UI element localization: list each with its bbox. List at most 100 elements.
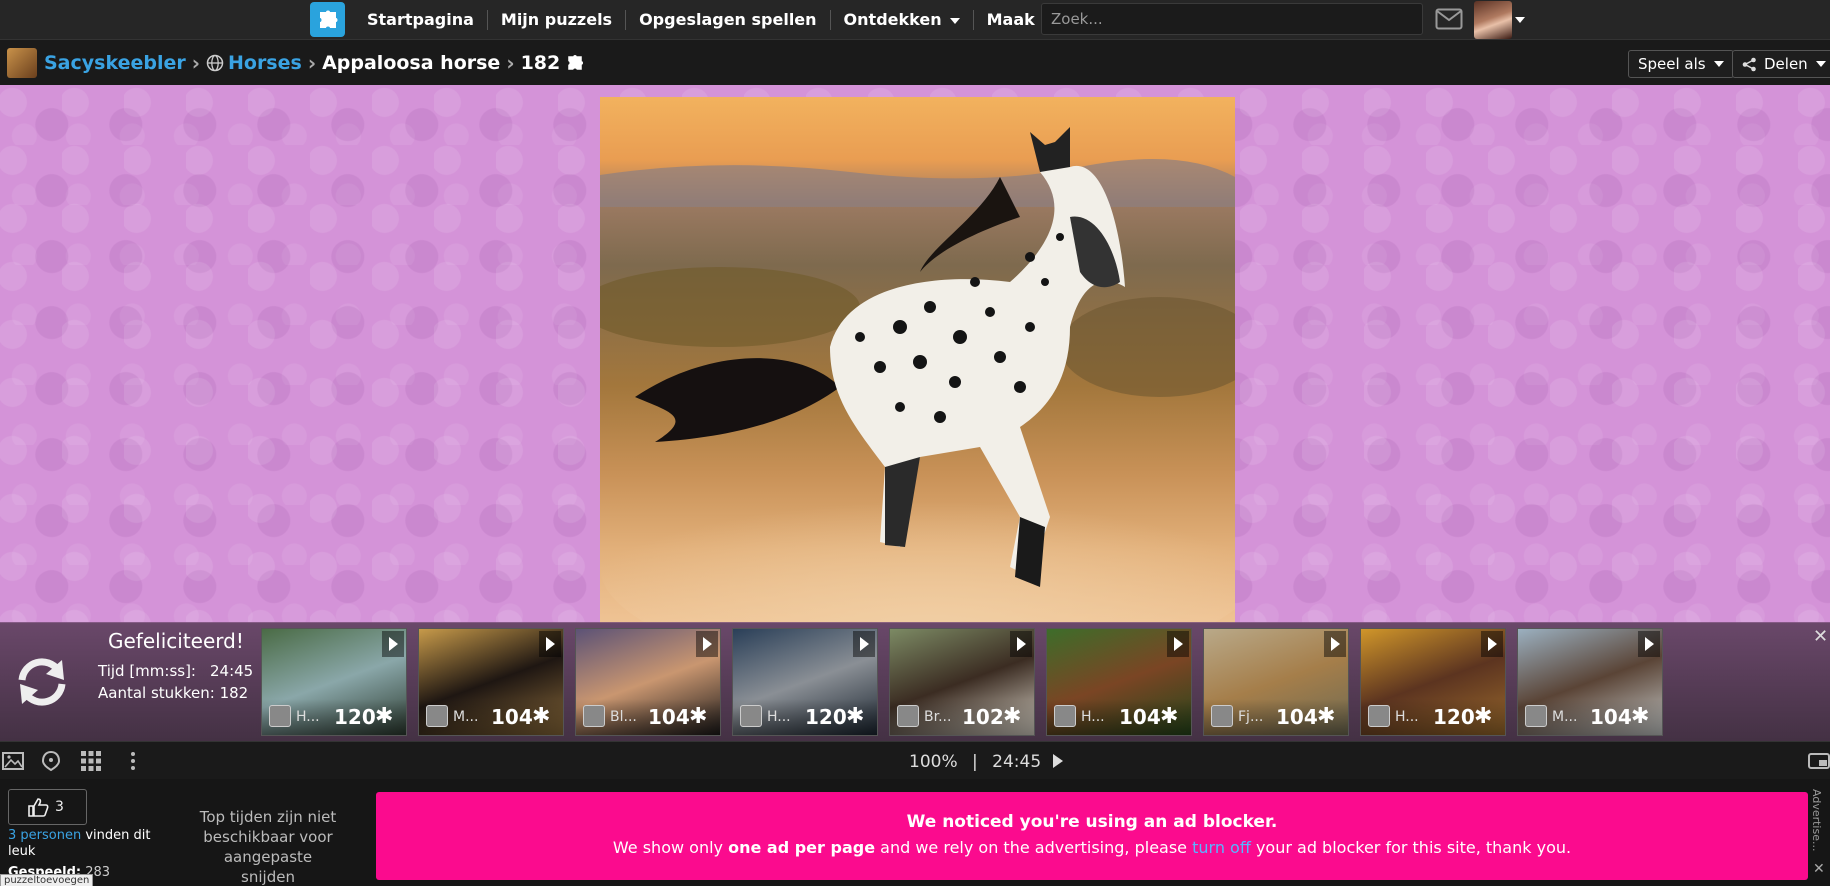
related-puzzle-card[interactable]: H... 120 ✱ (1360, 628, 1506, 736)
adblock-text-bold: one ad per page (728, 838, 876, 857)
author-avatar[interactable] (740, 705, 762, 727)
like-button[interactable]: 3 (8, 789, 87, 825)
related-puzzle-card[interactable]: Fj... 104 ✱ (1203, 628, 1349, 736)
adblock-text: We show only one ad per page and we rely… (376, 838, 1808, 857)
more-options-icon[interactable] (122, 750, 144, 772)
related-puzzle-card[interactable]: Bl... 104 ✱ (575, 628, 721, 736)
card-title: H... (296, 709, 320, 725)
mail-icon[interactable] (1435, 8, 1463, 30)
author-avatar[interactable] (1054, 705, 1076, 727)
related-puzzle-card[interactable]: H... 104 ✱ (1046, 628, 1192, 736)
puzzle-piece-icon: ✱ (1317, 704, 1336, 729)
likers-link[interactable]: 3 personen (8, 828, 81, 843)
author-avatar[interactable] (897, 705, 919, 727)
related-puzzle-card[interactable]: M... 104 ✱ (418, 628, 564, 736)
puzzle-piece-icon: ✱ (375, 704, 394, 729)
card-title: H... (1081, 709, 1105, 725)
share-button[interactable]: Delen (1732, 50, 1830, 78)
breadcrumb-category[interactable]: Horses (228, 52, 302, 74)
play-icon[interactable] (696, 631, 718, 657)
turn-off-link[interactable]: turn off (1192, 838, 1251, 857)
chevron-right-icon: › (307, 50, 317, 75)
fullscreen-icon[interactable] (1808, 750, 1830, 772)
time-value: 24:45 (210, 662, 254, 680)
avatar-menu-chevron-icon[interactable] (1515, 17, 1525, 23)
nav-startpagina[interactable]: Startpagina (354, 10, 487, 30)
card-piece-count: 120 (805, 705, 847, 729)
ghost-image-icon[interactable] (40, 750, 62, 772)
adblock-text-part1: We show only (612, 838, 729, 857)
card-title: M... (1552, 709, 1578, 725)
chevron-down-icon (949, 17, 960, 24)
nav-maak[interactable]: Maak (972, 10, 1048, 30)
author-avatar[interactable] (426, 705, 448, 727)
top-times-note: Top tijden zijn niet beschikbaar voor aa… (199, 808, 337, 886)
top-navbar: Startpagina Mijn puzzels Opgeslagen spel… (0, 0, 1830, 40)
play-as-button[interactable]: Speel als (1628, 50, 1734, 78)
like-summary: 3 personen vinden dit leuk (8, 828, 158, 860)
ad-close-icon[interactable]: ✕ (1813, 861, 1825, 877)
puzzle-piece-icon: ✱ (689, 704, 708, 729)
main-nav: Startpagina Mijn puzzels Opgeslagen spel… (354, 0, 1048, 40)
related-puzzle-card[interactable]: Br... 102 ✱ (889, 628, 1035, 736)
author-avatar[interactable] (583, 705, 605, 727)
nav-ontdekken[interactable]: Ontdekken (829, 10, 973, 30)
play-icon[interactable] (1638, 631, 1660, 657)
share-label: Delen (1764, 55, 1808, 73)
puzzle-board[interactable] (0, 85, 1830, 623)
pieces-label: Aantal stukken: 182 (98, 684, 249, 702)
card-title: Fj... (1238, 709, 1264, 725)
thumbs-up-icon (28, 798, 49, 817)
tooltip: puzzeltoevoegen (0, 874, 94, 886)
related-puzzle-card[interactable]: H... 120 ✱ (261, 628, 407, 736)
search-input[interactable] (1041, 3, 1423, 35)
time-label: Tijd [mm:ss]: (98, 662, 196, 680)
puzzle-piece-icon: ✱ (1160, 704, 1179, 729)
nav-opgeslagen-spellen[interactable]: Opgeslagen spellen (625, 10, 829, 30)
chevron-right-icon: › (506, 50, 515, 75)
timer: 24:45 (992, 752, 1042, 772)
play-icon[interactable] (1167, 631, 1189, 657)
restart-icon[interactable] (12, 652, 72, 712)
play-icon[interactable] (539, 631, 561, 657)
author-avatar[interactable] (1525, 705, 1547, 727)
play-icon[interactable] (1481, 631, 1503, 657)
author-avatar[interactable] (269, 705, 291, 727)
related-puzzle-card[interactable]: M... 104 ✱ (1517, 628, 1663, 736)
image-preview-icon[interactable] (2, 750, 24, 772)
like-count: 3 (55, 799, 64, 815)
breadcrumb-user[interactable]: Sacyskeebler (44, 52, 186, 74)
play-icon[interactable] (853, 631, 875, 657)
breadcrumb: Sacyskeebler › Horses › Appaloosa horse … (7, 40, 586, 85)
puzzle-piece-icon: ✱ (846, 704, 865, 729)
congrats-title: Gefeliciteerd! (108, 629, 244, 653)
card-piece-count: 104 (1119, 705, 1161, 729)
puzzle-piece-icon: ✱ (1003, 704, 1022, 729)
play-icon[interactable] (1324, 631, 1346, 657)
close-icon[interactable]: ✕ (1813, 626, 1828, 647)
site-logo[interactable] (310, 2, 345, 37)
play-icon[interactable] (1052, 754, 1063, 768)
play-icon[interactable] (382, 631, 404, 657)
zoom-time-readout: 100% | 24:45 (909, 752, 1063, 772)
card-piece-count: 104 (648, 705, 690, 729)
puzzle-piece-icon: ✱ (532, 704, 551, 729)
grid-icon[interactable] (80, 750, 102, 772)
nav-ontdekken-label: Ontdekken (843, 10, 942, 29)
play-icon[interactable] (1010, 631, 1032, 657)
card-title: H... (1395, 709, 1419, 725)
completed-puzzle-image (600, 97, 1235, 623)
author-avatar[interactable] (1211, 705, 1233, 727)
user-avatar[interactable] (1474, 1, 1512, 39)
card-piece-count: 104 (1590, 705, 1632, 729)
card-piece-count: 104 (491, 705, 533, 729)
related-puzzle-card[interactable]: H... 120 ✱ (732, 628, 878, 736)
puzzle-piece-icon: ✱ (1631, 704, 1650, 729)
owner-avatar[interactable] (7, 47, 37, 78)
author-avatar[interactable] (1368, 705, 1390, 727)
chevron-right-icon: › (191, 50, 200, 75)
adblock-title: We noticed you're using an ad blocker. (906, 812, 1278, 832)
advertise-link[interactable]: Advertise... (1810, 789, 1823, 851)
chevron-down-icon (1815, 61, 1826, 67)
nav-mijn-puzzels[interactable]: Mijn puzzels (486, 10, 625, 30)
